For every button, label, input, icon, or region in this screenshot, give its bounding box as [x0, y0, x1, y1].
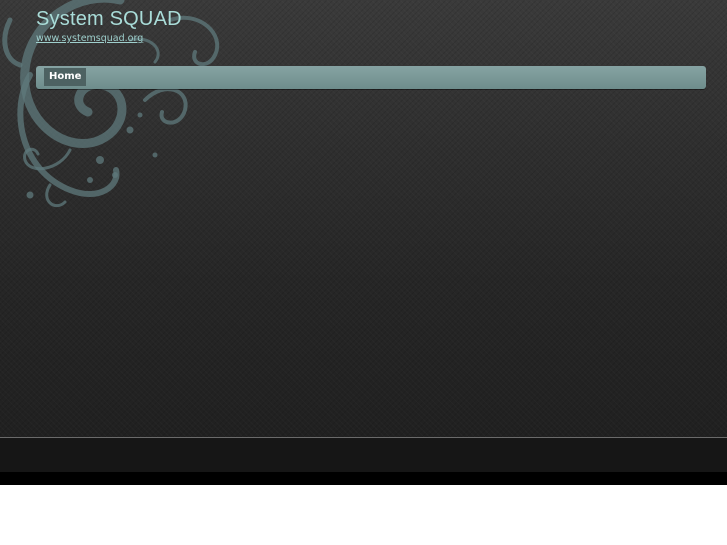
page: System SQUAD www.systemsquad.org Home [0, 0, 727, 545]
main-navigation: Home [36, 66, 706, 89]
site-url-link[interactable]: www.systemsquad.org [36, 33, 143, 44]
footer-bottom-bar [0, 472, 727, 485]
footer [0, 438, 727, 472]
nav-item-home[interactable]: Home [44, 68, 87, 86]
site-title: System SQUAD [36, 8, 182, 30]
